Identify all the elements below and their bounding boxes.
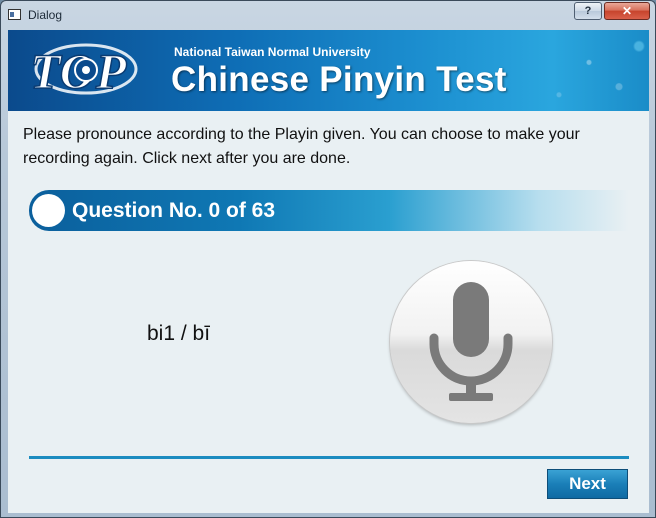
window-title: Dialog	[28, 8, 63, 22]
divider	[29, 456, 629, 459]
question-label: Question No. 0 of 63	[72, 199, 276, 222]
microphone-icon	[429, 282, 513, 401]
help-button[interactable]: ?	[574, 2, 602, 20]
close-button[interactable]: ✕	[604, 2, 650, 20]
header-banner: TOP National Taiwan Normal University Ch…	[8, 30, 649, 111]
pinyin-prompt: bi1 / bī	[147, 322, 211, 345]
app-icon	[8, 9, 21, 20]
banner-title: Chinese Pinyin Test	[171, 60, 507, 99]
main-content: Please pronounce according to the Playin…	[8, 111, 649, 513]
question-circle-icon	[32, 194, 65, 227]
title-bar[interactable]: Dialog ? ✕	[1, 1, 655, 29]
record-button[interactable]	[390, 261, 552, 423]
next-button[interactable]: Next	[547, 469, 628, 499]
instructions-text: Please pronounce according to the Playin…	[23, 126, 580, 167]
dialog-window: Dialog ? ✕ TOP National Taiwan Normal Un…	[0, 0, 656, 518]
top-logo: TOP	[29, 42, 138, 96]
question-header: Question No. 0 of 63	[29, 190, 629, 231]
banner-subtitle: National Taiwan Normal University	[174, 45, 371, 59]
